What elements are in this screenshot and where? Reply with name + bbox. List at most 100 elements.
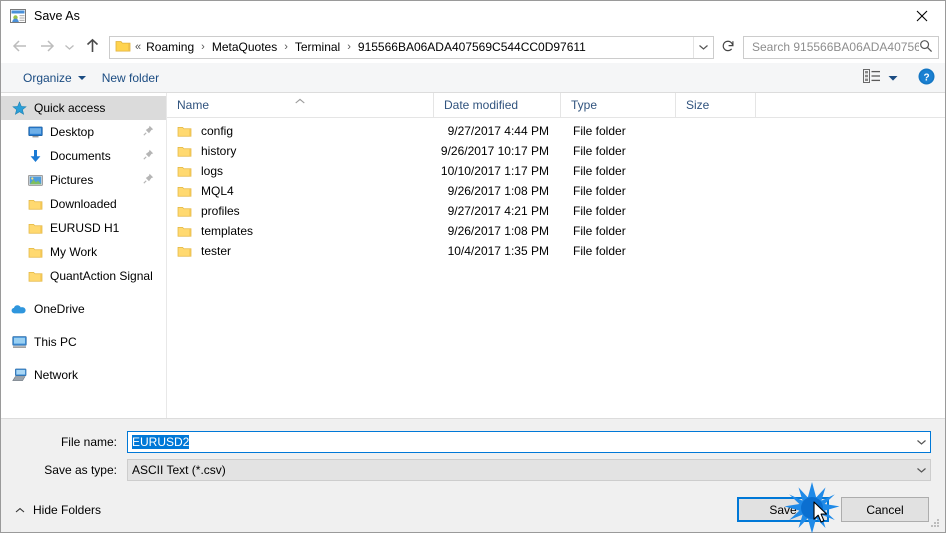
new-folder-button[interactable]: New folder <box>94 67 167 89</box>
folder-icon <box>177 245 193 258</box>
app-icon <box>10 8 26 24</box>
window-title: Save As <box>34 9 80 23</box>
file-name: config <box>201 124 234 138</box>
breadcrumb-item-metaquotes[interactable]: MetaQuotes <box>210 40 279 54</box>
sidebar-item-label: Desktop <box>50 125 95 139</box>
file-type: File folder <box>573 184 626 198</box>
network-icon <box>11 367 27 383</box>
sidebar-item-documents[interactable]: Documents <box>1 144 166 168</box>
chevron-down-icon <box>698 40 709 54</box>
table-row[interactable]: history 9/26/2017 10:17 PM File folder <box>167 141 945 161</box>
file-type: File folder <box>573 224 626 238</box>
file-name-input-wrapper[interactable]: EURUSD2 <box>128 435 913 449</box>
save-as-type-dropdown-button[interactable] <box>913 460 930 480</box>
change-view-button[interactable] <box>857 66 904 89</box>
forward-button[interactable] <box>33 34 59 60</box>
organize-button[interactable]: Organize <box>15 67 94 89</box>
pin-icon[interactable] <box>143 149 154 163</box>
save-form: File name: EURUSD2 Save as type: ASCII T… <box>1 418 945 487</box>
search-box[interactable]: Search 915566BA06ADA40756... <box>743 35 939 59</box>
column-header-date-modified[interactable]: Date modified <box>434 92 561 118</box>
column-header-type[interactable]: Type <box>561 92 676 118</box>
chevron-down-icon <box>77 75 86 80</box>
file-type: File folder <box>573 244 626 258</box>
table-row[interactable]: tester 10/4/2017 1:35 PM File folder <box>167 241 945 261</box>
file-name: templates <box>201 224 254 238</box>
table-row[interactable]: profiles 9/27/2017 4:21 PM File folder <box>167 201 945 221</box>
column-header-label: Date modified <box>444 98 519 112</box>
folder-icon <box>27 220 43 236</box>
file-name-cell: profiles <box>167 204 434 218</box>
sidebar-item-my-work[interactable]: My Work <box>1 240 166 264</box>
sidebar-item-label: EURUSD H1 <box>50 221 120 235</box>
file-date: 9/26/2017 1:08 PM <box>447 224 549 238</box>
column-header-label: Size <box>686 98 710 112</box>
view-layout-icon <box>863 69 881 86</box>
sidebar-item-label: Downloaded <box>50 197 117 211</box>
breadcrumb-item-roaming[interactable]: Roaming <box>144 40 196 54</box>
up-button[interactable] <box>79 34 105 60</box>
desktop-icon <box>27 124 43 140</box>
navigation-pane: Quick access Desktop Documents Pictures … <box>1 93 167 418</box>
sidebar-item-quantaction-signal[interactable]: QuantAction Signal <box>1 264 166 288</box>
sidebar-item-label: OneDrive <box>34 302 85 316</box>
breadcrumb-separator: › <box>284 40 288 53</box>
breadcrumb-separator: › <box>201 40 205 53</box>
recent-locations-button[interactable] <box>59 34 79 60</box>
refresh-button[interactable] <box>717 36 739 59</box>
table-row[interactable]: config 9/27/2017 4:44 PM File folder <box>167 121 945 141</box>
cancel-button[interactable]: Cancel <box>841 497 929 522</box>
save-button[interactable]: Save <box>737 497 829 522</box>
back-button[interactable] <box>7 34 33 60</box>
file-type: File folder <box>573 164 626 178</box>
file-type: File folder <box>573 124 626 138</box>
sidebar-item-onedrive[interactable]: OneDrive <box>1 297 166 321</box>
column-header-label: Type <box>571 98 598 112</box>
file-name: history <box>201 144 237 158</box>
file-date: 10/4/2017 1:35 PM <box>447 244 549 258</box>
sidebar-item-network[interactable]: Network <box>1 363 166 387</box>
save-as-type-combo[interactable]: ASCII Text (*.csv) <box>127 459 931 481</box>
table-row[interactable]: templates 9/26/2017 1:08 PM File folder <box>167 221 945 241</box>
column-header-name[interactable]: Name <box>167 92 434 118</box>
file-name: tester <box>201 244 232 258</box>
sidebar-item-pictures[interactable]: Pictures <box>1 168 166 192</box>
column-header-size[interactable]: Size <box>676 92 756 118</box>
sort-ascending-icon <box>295 94 306 108</box>
hide-folders-label: Hide Folders <box>33 502 102 517</box>
save-as-type-value: ASCII Text (*.csv) <box>132 463 226 477</box>
file-name-combo[interactable]: EURUSD2 <box>127 431 931 453</box>
chevron-down-icon <box>888 71 898 85</box>
breadcrumb-item-terminal[interactable]: Terminal <box>293 40 342 54</box>
pin-icon[interactable] <box>143 125 154 139</box>
sidebar-item-eurusd-h1[interactable]: EURUSD H1 <box>1 216 166 240</box>
folder-icon <box>27 268 43 284</box>
sidebar-item-label: QuantAction Signal <box>50 269 153 283</box>
hide-folders-button[interactable]: Hide Folders <box>15 503 101 517</box>
help-button[interactable]: ? <box>918 68 935 88</box>
table-row[interactable]: MQL4 9/26/2017 1:08 PM File folder <box>167 181 945 201</box>
chevron-down-icon <box>64 40 75 54</box>
sidebar-item-quick-access[interactable]: Quick access <box>1 96 166 120</box>
file-name: MQL4 <box>201 184 234 198</box>
file-name-dropdown-button[interactable] <box>913 432 930 452</box>
file-name-cell: logs <box>167 164 434 178</box>
chevron-down-icon <box>916 435 927 449</box>
sidebar-item-desktop[interactable]: Desktop <box>1 120 166 144</box>
breadcrumb-overflow-icon[interactable]: « <box>134 41 144 53</box>
close-button[interactable] <box>899 1 945 31</box>
breadcrumb-item-terminal-id[interactable]: 915566BA06ADA407569C544CC0D97611 <box>356 40 588 54</box>
sidebar-item-label: My Work <box>50 245 98 259</box>
address-bar[interactable]: « Roaming › MetaQuotes › Terminal › 9155… <box>109 35 714 59</box>
folder-icon <box>115 39 131 56</box>
address-dropdown-button[interactable] <box>693 36 713 58</box>
resize-grip-icon[interactable] <box>929 517 941 529</box>
table-row[interactable]: logs 10/10/2017 1:17 PM File folder <box>167 161 945 181</box>
search-input[interactable]: Search 915566BA06ADA40756... <box>752 40 919 54</box>
file-name-input[interactable]: EURUSD2 <box>132 435 190 449</box>
pin-icon[interactable] <box>143 173 154 187</box>
file-type: File folder <box>573 144 626 158</box>
sidebar-item-downloaded[interactable]: Downloaded <box>1 192 166 216</box>
sidebar-item-this-pc[interactable]: This PC <box>1 330 166 354</box>
